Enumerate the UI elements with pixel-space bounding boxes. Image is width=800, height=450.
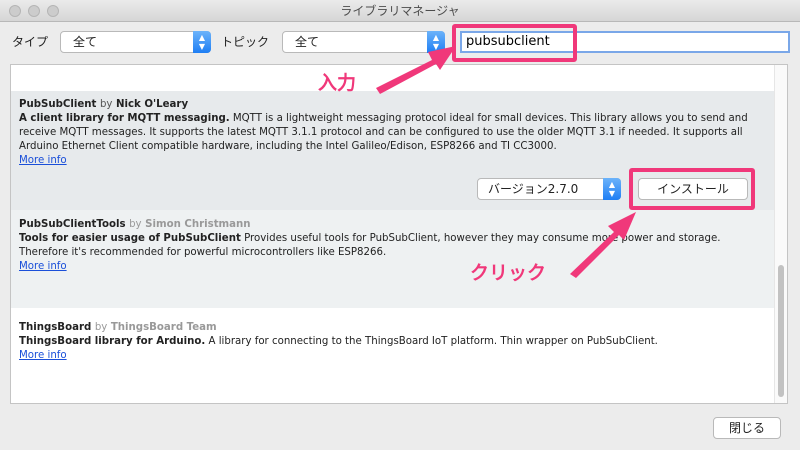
- more-info-link[interactable]: More info: [19, 261, 67, 272]
- list-scrollbar[interactable]: [774, 65, 787, 403]
- scrollbar-thumb[interactable]: [778, 265, 784, 397]
- library-by: by: [129, 219, 142, 230]
- topic-label: トピック: [221, 35, 270, 49]
- annotation-input: 入力: [318, 72, 357, 94]
- library-list[interactable]: PubSubClient by Nick O'Leary A client li…: [10, 64, 788, 404]
- title-bar: ライブラリマネージャ: [0, 0, 800, 22]
- list-item-thingsboard[interactable]: ThingsBoard by ThingsBoard Team ThingsBo…: [11, 315, 775, 403]
- library-summary: Tools for easier usage of PubSubClient: [19, 233, 241, 244]
- library-author: Simon Christmann: [145, 219, 251, 230]
- list-item-pubsubclienttools[interactable]: PubSubClientTools by Simon Christmann To…: [11, 210, 775, 308]
- chevron-updown-icon: ▲ ▼: [193, 31, 211, 53]
- library-by: by: [94, 322, 108, 333]
- version-select-value: バージョン2.7.0: [488, 182, 579, 196]
- arrow-to-search-icon: [376, 46, 456, 94]
- library-by: by: [99, 99, 113, 110]
- library-summary: A client library for MQTT messaging.: [19, 113, 230, 124]
- library-author: Nick O'Leary: [115, 99, 189, 110]
- library-description: A library for connecting to the ThingsBo…: [208, 336, 658, 347]
- type-select[interactable]: 全て ▲ ▼: [60, 31, 211, 53]
- topic-select-value: 全て: [295, 35, 320, 49]
- chevron-updown-icon: ▲ ▼: [603, 178, 621, 200]
- version-select[interactable]: バージョン2.7.0 ▲ ▼: [477, 178, 621, 200]
- annotation-click: クリック: [470, 262, 547, 284]
- library-name: PubSubClientTools: [19, 219, 126, 230]
- search-highlight-box: [452, 24, 577, 62]
- arrow-to-install-icon: [570, 212, 636, 278]
- library-name: PubSubClient: [19, 99, 97, 110]
- more-info-link[interactable]: More info: [19, 155, 67, 166]
- close-button[interactable]: 閉じる: [713, 417, 781, 439]
- window-title: ライブラリマネージャ: [340, 4, 460, 18]
- library-name: ThingsBoard: [19, 322, 92, 333]
- install-highlight-box: [629, 168, 755, 210]
- library-summary: ThingsBoard library for Arduino.: [19, 336, 206, 347]
- more-info-link[interactable]: More info: [19, 350, 67, 361]
- type-label: タイプ: [12, 35, 49, 49]
- type-select-value: 全て: [73, 35, 98, 49]
- library-author: ThingsBoard Team: [110, 322, 217, 333]
